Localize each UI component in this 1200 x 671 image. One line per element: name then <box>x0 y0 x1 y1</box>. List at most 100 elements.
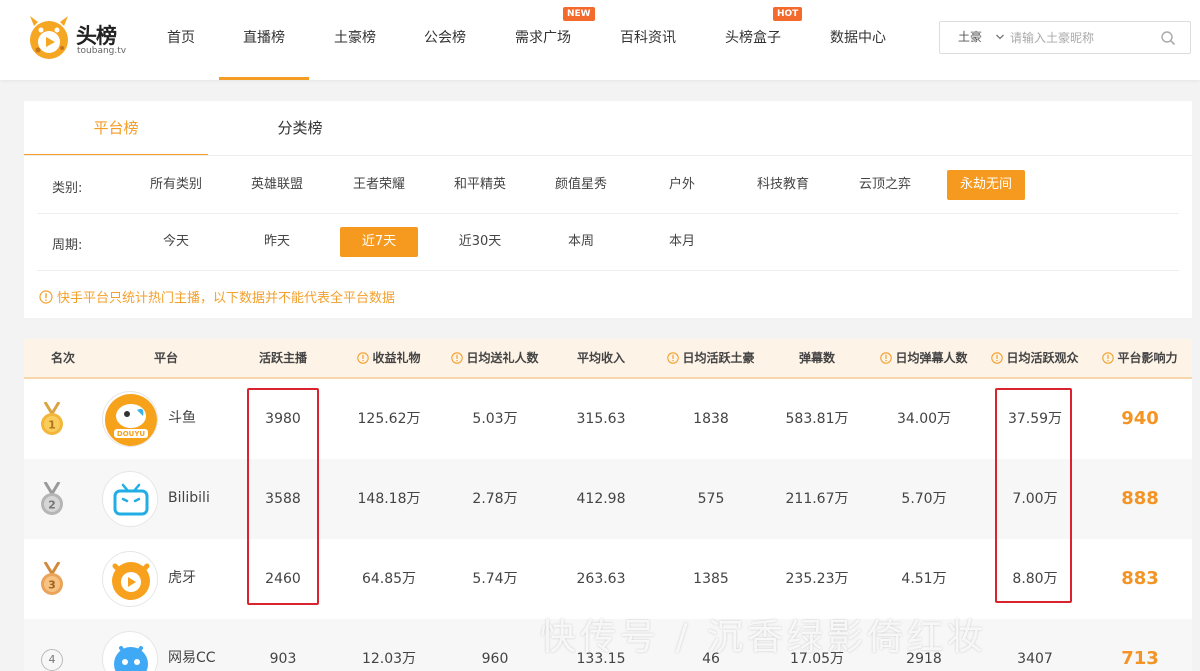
info-icon <box>357 352 370 364</box>
new-badge: NEW <box>563 7 595 21</box>
category-option[interactable]: 云顶之弈 <box>846 170 924 200</box>
column-header-rank: 名次 <box>50 351 75 365</box>
search-type-select[interactable]: 土豪 <box>958 22 982 53</box>
gift-income-cell: 125.62万 <box>357 411 421 427</box>
column-header-influence: 平台影响力 <box>1088 339 1192 377</box>
daily-viewers-cell: 3407 <box>1017 651 1053 667</box>
svg-text:3: 3 <box>48 579 56 592</box>
column-header-danmaku: 弹幕数 <box>798 351 835 365</box>
influence-score: 883 <box>1121 568 1159 589</box>
gift-income-cell: 64.85万 <box>361 571 417 587</box>
column-header-avg-income: 平均收入 <box>576 351 625 365</box>
daily-tycoons-cell: 1385 <box>693 571 729 587</box>
nav-live-ranking[interactable]: 直播榜 <box>219 0 309 80</box>
period-option[interactable]: 近30天 <box>441 227 519 257</box>
danmaku-cell: 17.05万 <box>789 651 845 667</box>
nav-home[interactable]: 首页 <box>150 0 212 80</box>
period-option-selected[interactable]: 近7天 <box>340 227 418 257</box>
category-option[interactable]: 颜值星秀 <box>542 170 620 200</box>
gift-income-cell: 148.18万 <box>357 491 421 507</box>
category-option-selected[interactable]: 永劫无间 <box>947 170 1025 200</box>
category-option[interactable]: 科技教育 <box>744 170 822 200</box>
hot-badge: HOT <box>773 7 803 21</box>
avg-income-cell: 263.63 <box>576 571 626 587</box>
daily-tycoons-cell: 46 <box>702 651 720 667</box>
huya-logo-icon <box>102 551 158 607</box>
table-header: 名次 平台 活跃主播 收益礼物 日均送礼人数 平均收入 日均活跃土豪 弹幕数 日… <box>24 339 1192 379</box>
avg-income-cell: 412.98 <box>576 491 626 507</box>
info-icon <box>451 352 464 364</box>
period-label: 周期: <box>52 238 83 253</box>
douyu-logo-icon: DOUYU <box>102 391 158 447</box>
info-icon <box>1102 352 1115 364</box>
column-header-daily-danmaku-users: 日均弹幕人数 <box>866 339 982 377</box>
highlight-box-active-anchors <box>247 388 319 605</box>
bilibili-logo-icon <box>102 471 158 527</box>
period-option[interactable]: 今天 <box>137 227 215 257</box>
chevron-down-icon[interactable] <box>995 32 1005 42</box>
column-header-gift-income: 收益礼物 <box>336 339 442 377</box>
tab-category-ranking[interactable]: 分类榜 <box>208 101 392 156</box>
danmaku-cell: 583.81万 <box>785 411 849 427</box>
avg-income-cell: 315.63 <box>576 411 626 427</box>
info-icon <box>667 352 680 364</box>
column-header-daily-tycoons: 日均活跃土豪 <box>654 339 768 377</box>
column-header-platform: 平台 <box>153 351 178 365</box>
site-logo[interactable]: 头榜 toubang.tv <box>24 14 126 60</box>
category-option[interactable]: 户外 <box>643 170 721 200</box>
divider <box>37 213 1179 214</box>
gift-income-cell: 12.03万 <box>361 651 417 667</box>
column-header-active-anchors: 活跃主播 <box>258 351 307 365</box>
info-icon <box>991 352 1004 364</box>
active-anchors-cell: 903 <box>269 651 297 667</box>
nav-wiki-news[interactable]: 百科资讯 <box>608 0 688 80</box>
nav-data-center[interactable]: 数据中心 <box>818 0 898 80</box>
top-header: 头榜 toubang.tv 首页 直播榜 土豪榜 公会榜 需求广场 NEW 百科… <box>0 0 1200 80</box>
platform-name[interactable]: 斗鱼 <box>168 379 196 459</box>
filter-panel: 平台榜 分类榜 类别: 所有类别 英雄联盟 王者荣耀 和平精英 颜值星秀 户外 … <box>24 101 1192 318</box>
column-header-daily-viewers: 日均活跃观众 <box>982 339 1088 377</box>
influence-score: 713 <box>1121 648 1159 669</box>
column-header-daily-gifters: 日均送礼人数 <box>442 339 548 377</box>
category-option[interactable]: 所有类别 <box>137 170 215 200</box>
daily-gifters-cell: 5.74万 <box>472 571 518 587</box>
category-option[interactable]: 王者荣耀 <box>340 170 418 200</box>
category-label: 类别: <box>52 181 83 196</box>
period-option[interactable]: 本月 <box>643 227 721 257</box>
platform-name[interactable]: 网易CC <box>168 619 216 671</box>
influence-score: 940 <box>1121 408 1159 429</box>
warning-icon <box>39 290 53 304</box>
platform-name[interactable]: Bilibili <box>168 459 210 539</box>
influence-score: 888 <box>1121 488 1159 509</box>
period-option[interactable]: 昨天 <box>238 227 316 257</box>
daily-gifters-cell: 960 <box>481 651 509 667</box>
giraffe-logo-icon <box>30 16 68 59</box>
daily-danmaku-users-cell: 34.00万 <box>896 411 952 427</box>
highlight-box-daily-viewers <box>995 388 1072 603</box>
divider <box>37 270 1179 271</box>
platform-name[interactable]: 虎牙 <box>168 539 196 619</box>
gold-medal-icon: 1 <box>41 402 63 435</box>
period-option[interactable]: 本周 <box>542 227 620 257</box>
nav-guild-ranking[interactable]: 公会榜 <box>412 0 478 80</box>
svg-text:2: 2 <box>48 499 56 512</box>
table-row[interactable]: 4 网易CC 903 12.03万 960 133.15 46 17.05万 2… <box>24 619 1192 671</box>
avg-income-cell: 133.15 <box>576 651 626 667</box>
search-icon[interactable] <box>1160 30 1176 46</box>
info-icon <box>880 352 893 364</box>
silver-medal-icon: 2 <box>41 482 63 515</box>
category-option[interactable]: 英雄联盟 <box>238 170 316 200</box>
daily-tycoons-cell: 575 <box>697 491 725 507</box>
netease-cc-logo-icon <box>102 631 158 671</box>
bronze-medal-icon: 3 <box>41 562 63 595</box>
danmaku-cell: 211.67万 <box>785 491 849 507</box>
search-input[interactable] <box>1010 26 1150 49</box>
notice-message: 快手平台只统计热门主播，以下数据并不能代表全平台数据 <box>39 287 396 306</box>
notice-text: 快手平台只统计热门主播，以下数据并不能代表全平台数据 <box>57 291 396 306</box>
daily-danmaku-users-cell: 4.51万 <box>901 571 947 587</box>
category-option[interactable]: 和平精英 <box>441 170 519 200</box>
daily-gifters-cell: 5.03万 <box>472 411 518 427</box>
svg-text:1: 1 <box>48 419 56 432</box>
tab-platform-ranking[interactable]: 平台榜 <box>24 101 208 156</box>
nav-tycoon-ranking[interactable]: 土豪榜 <box>322 0 388 80</box>
